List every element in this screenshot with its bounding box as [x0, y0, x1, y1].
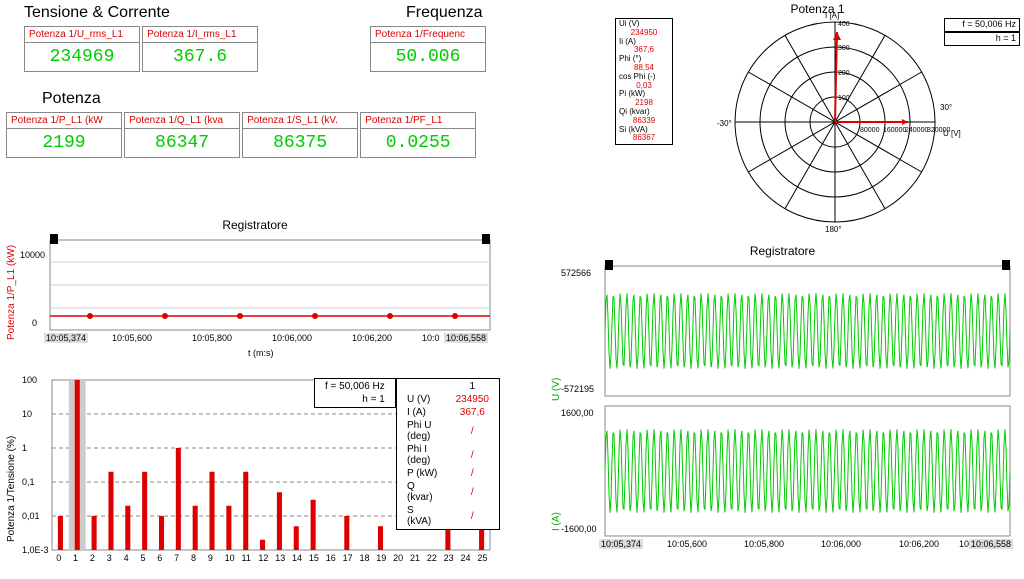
- svg-text:80000: 80000: [860, 127, 880, 134]
- svg-text:180°: 180°: [825, 225, 842, 234]
- card-q: Potenza 1/Q_L1 (kva 86347: [124, 112, 240, 158]
- recorder1-ylabel: Potenza 1/P_L1 (kW): [6, 245, 17, 340]
- group-power: Potenza Potenza 1/P_L1 (kW 2199 Potenza …: [6, 88, 475, 158]
- recorder2-svg: [545, 246, 1020, 566]
- polar-f-box: f = 50,006 Hz: [944, 18, 1020, 32]
- svg-text:U [V]: U [V]: [943, 129, 961, 138]
- title-frequency: Frequenza: [370, 4, 485, 22]
- polar-info-box: Ui (V)234950Ii (A)367,6Phi (°)88,54cos P…: [615, 18, 673, 145]
- harmonics-ylabel: Potenza 1/Tensione (%): [6, 436, 17, 542]
- card-irms-header: Potenza 1/I_rms_L1: [143, 27, 257, 43]
- svg-text:100: 100: [838, 95, 850, 102]
- card-frequency: Potenza 1/Frequenc 50.006: [370, 26, 486, 72]
- svg-text:-30°: -30°: [717, 119, 732, 128]
- svg-text:200: 200: [838, 70, 850, 77]
- card-irms-value: 367.6: [143, 43, 257, 71]
- polar-title: Potenza 1: [615, 2, 1020, 16]
- group-frequency: Frequenza Potenza 1/Frequenc 50.006: [370, 2, 485, 72]
- card-frequency-value: 50.006: [371, 43, 485, 71]
- recorder1-chart: Registratore Potenza 1/P_L1 (kW) 0 10000…: [10, 220, 500, 360]
- polar-h-box: h = 1: [944, 32, 1020, 46]
- recorder2-title: Registratore: [545, 244, 1020, 258]
- svg-text:30°: 30°: [940, 103, 952, 112]
- card-s: Potenza 1/S_L1 (kV. 86375: [242, 112, 358, 158]
- svg-text:240000: 240000: [905, 127, 928, 134]
- card-irms: Potenza 1/I_rms_L1 367.6: [142, 26, 258, 72]
- harmonics-f-h-box: f = 50,006 Hz h = 1: [314, 378, 396, 408]
- card-urms: Potenza 1/U_rms_L1 234969: [24, 26, 140, 72]
- card-pf: Potenza 1/PF_L1 0.0255: [360, 112, 476, 158]
- title-power: Potenza: [6, 90, 475, 108]
- svg-text:160000: 160000: [883, 127, 906, 134]
- svg-text:400: 400: [838, 21, 850, 28]
- title-voltage-current: Tensione & Corrente: [24, 4, 257, 22]
- card-frequency-header: Potenza 1/Frequenc: [371, 27, 485, 43]
- recorder1-title: Registratore: [10, 218, 500, 232]
- card-p: Potenza 1/P_L1 (kW 2199: [6, 112, 122, 158]
- harmonics-chart: Potenza 1/Tensione (%) 1,0E-30,010,11101…: [10, 372, 500, 572]
- card-urms-header: Potenza 1/U_rms_L1: [25, 27, 139, 43]
- svg-text:300: 300: [838, 45, 850, 52]
- harmonics-side-table: 1U (V)234950I (A)367,6Phi U (deg)/Phi I …: [396, 378, 500, 530]
- group-voltage-current: Tensione & Corrente Potenza 1/U_rms_L1 2…: [24, 2, 257, 72]
- polar-chart: Potenza 1 80000 160000: [615, 4, 1020, 234]
- recorder2-chart: Registratore U (V) I (A) 572566 -572195 …: [545, 246, 1020, 566]
- card-urms-value: 234969: [25, 43, 139, 71]
